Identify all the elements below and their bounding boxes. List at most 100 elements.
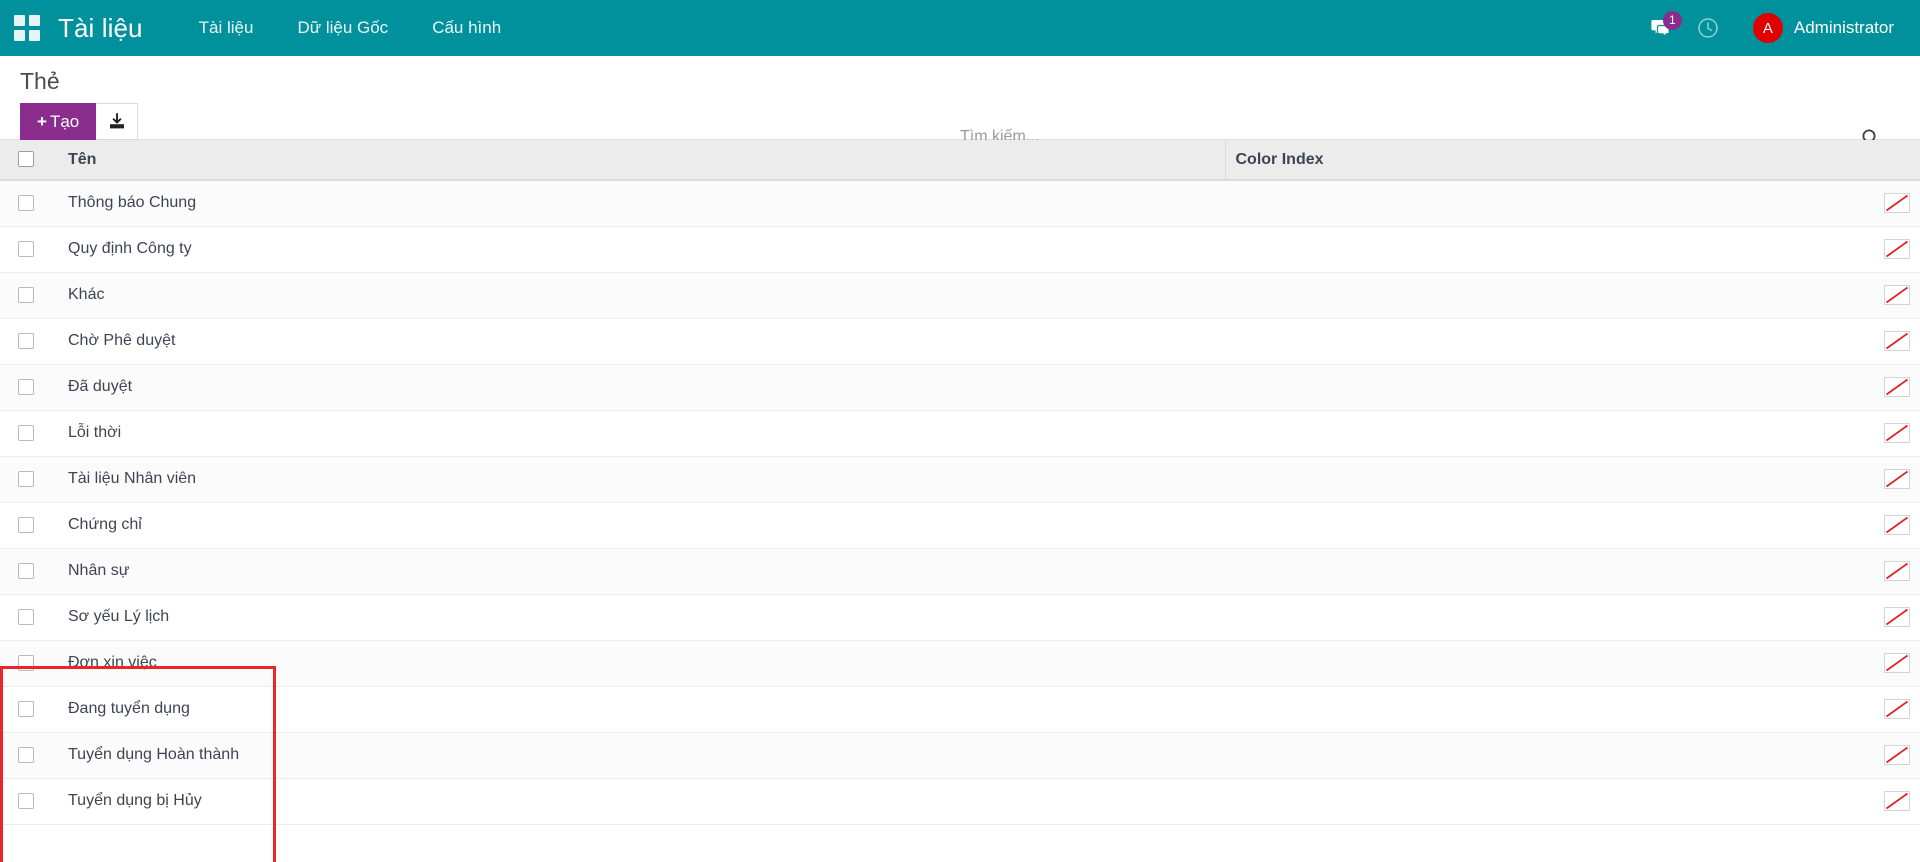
cell-color-index	[1225, 732, 1920, 778]
cell-name[interactable]: Khác	[58, 272, 1225, 318]
row-checkbox[interactable]	[18, 793, 34, 809]
no-color-slash-icon[interactable]	[1884, 193, 1910, 213]
no-color-slash-icon[interactable]	[1884, 285, 1910, 305]
apps-grid-square	[29, 30, 40, 41]
messages-count-badge: 1	[1663, 11, 1682, 30]
top-navbar: Tài liệu Tài liệu Dữ liệu Gốc Cấu hình 1…	[0, 0, 1920, 56]
cell-color-index	[1225, 364, 1920, 410]
select-all-header	[0, 140, 58, 180]
cell-name[interactable]: Đang tuyển dụng	[58, 686, 1225, 732]
user-menu[interactable]: A Administrator	[1731, 0, 1900, 56]
cell-name[interactable]: Sơ yếu Lý lịch	[58, 594, 1225, 640]
no-color-slash-icon[interactable]	[1884, 515, 1910, 535]
no-color-slash-icon[interactable]	[1884, 239, 1910, 259]
column-header-color-index[interactable]: Color Index	[1225, 140, 1920, 180]
cell-name[interactable]: Đã duyệt	[58, 364, 1225, 410]
row-select-cell	[0, 456, 58, 502]
menu-item-master-data[interactable]: Dữ liệu Gốc	[275, 0, 410, 56]
select-all-checkbox[interactable]	[18, 151, 34, 167]
apps-grid-square	[14, 30, 25, 41]
row-select-cell	[0, 732, 58, 778]
no-color-slash-icon[interactable]	[1884, 653, 1910, 673]
main-menu: Tài liệu Dữ liệu Gốc Cấu hình	[177, 0, 524, 56]
row-checkbox[interactable]	[18, 609, 34, 625]
table-row[interactable]: Nhân sự	[0, 548, 1920, 594]
cell-name[interactable]: Chứng chỉ	[58, 502, 1225, 548]
clock-icon	[1697, 17, 1719, 39]
cell-name[interactable]: Tuyển dụng bị Hủy	[58, 778, 1225, 824]
row-select-cell	[0, 778, 58, 824]
no-color-slash-icon[interactable]	[1884, 561, 1910, 581]
no-color-slash-icon[interactable]	[1884, 607, 1910, 627]
cell-name[interactable]: Tuyển dụng Hoàn thành	[58, 732, 1225, 778]
apps-grid-icon[interactable]	[14, 15, 40, 41]
import-download-icon	[107, 112, 127, 132]
row-checkbox[interactable]	[18, 287, 34, 303]
row-select-cell	[0, 318, 58, 364]
row-select-cell	[0, 180, 58, 226]
no-color-slash-icon[interactable]	[1884, 699, 1910, 719]
cell-name[interactable]: Thông báo Chung	[58, 180, 1225, 226]
row-checkbox[interactable]	[18, 333, 34, 349]
apps-grid-square	[14, 15, 25, 26]
cell-color-index	[1225, 640, 1920, 686]
brand-title[interactable]: Tài liệu	[58, 13, 143, 44]
cell-color-index	[1225, 272, 1920, 318]
row-checkbox[interactable]	[18, 563, 34, 579]
cell-color-index	[1225, 778, 1920, 824]
table-row[interactable]: Sơ yếu Lý lịch	[0, 594, 1920, 640]
row-checkbox[interactable]	[18, 655, 34, 671]
create-button-label: Tạo	[50, 112, 79, 131]
cell-color-index	[1225, 226, 1920, 272]
table-row[interactable]: Khác	[0, 272, 1920, 318]
table-row[interactable]: Đơn xin việc	[0, 640, 1920, 686]
cell-color-index	[1225, 594, 1920, 640]
cell-name[interactable]: Lỗi thời	[58, 410, 1225, 456]
no-color-slash-icon[interactable]	[1884, 791, 1910, 811]
tags-list-view: Tên Color Index Thông báo ChungQuy định …	[0, 140, 1920, 825]
import-button[interactable]	[96, 103, 138, 140]
user-name-label: Administrator	[1794, 18, 1894, 38]
cell-name[interactable]: Nhân sự	[58, 548, 1225, 594]
table-row[interactable]: Tuyển dụng Hoàn thành	[0, 732, 1920, 778]
cell-name[interactable]: Quy định Công ty	[58, 226, 1225, 272]
row-checkbox[interactable]	[18, 425, 34, 441]
table-row[interactable]: Quy định Công ty	[0, 226, 1920, 272]
table-row[interactable]: Thông báo Chung	[0, 180, 1920, 226]
apps-grid-square	[29, 15, 40, 26]
table-row[interactable]: Đã duyệt	[0, 364, 1920, 410]
cell-color-index	[1225, 318, 1920, 364]
table-row[interactable]: Đang tuyển dụng	[0, 686, 1920, 732]
create-button[interactable]: +Tạo	[20, 103, 96, 140]
no-color-slash-icon[interactable]	[1884, 469, 1910, 489]
table-row[interactable]: Chứng chỉ	[0, 502, 1920, 548]
row-checkbox[interactable]	[18, 471, 34, 487]
row-select-cell	[0, 226, 58, 272]
column-header-name[interactable]: Tên	[58, 140, 1225, 180]
menu-item-documents[interactable]: Tài liệu	[177, 0, 276, 56]
no-color-slash-icon[interactable]	[1884, 745, 1910, 765]
action-button-group: +Tạo	[20, 103, 138, 140]
row-select-cell	[0, 410, 58, 456]
no-color-slash-icon[interactable]	[1884, 331, 1910, 351]
row-select-cell	[0, 502, 58, 548]
row-checkbox[interactable]	[18, 195, 34, 211]
no-color-slash-icon[interactable]	[1884, 377, 1910, 397]
row-checkbox[interactable]	[18, 379, 34, 395]
row-checkbox[interactable]	[18, 747, 34, 763]
row-checkbox[interactable]	[18, 701, 34, 717]
table-row[interactable]: Chờ Phê duyệt	[0, 318, 1920, 364]
messages-button[interactable]: 1	[1639, 0, 1685, 56]
avatar: A	[1753, 13, 1783, 43]
no-color-slash-icon[interactable]	[1884, 423, 1910, 443]
row-checkbox[interactable]	[18, 241, 34, 257]
table-row[interactable]: Tuyển dụng bị Hủy	[0, 778, 1920, 824]
cell-name[interactable]: Đơn xin việc	[58, 640, 1225, 686]
menu-item-configuration[interactable]: Cấu hình	[410, 0, 523, 56]
table-row[interactable]: Lỗi thời	[0, 410, 1920, 456]
row-checkbox[interactable]	[18, 517, 34, 533]
table-row[interactable]: Tài liệu Nhân viên	[0, 456, 1920, 502]
cell-name[interactable]: Tài liệu Nhân viên	[58, 456, 1225, 502]
cell-name[interactable]: Chờ Phê duyệt	[58, 318, 1225, 364]
activity-button[interactable]	[1685, 0, 1731, 56]
